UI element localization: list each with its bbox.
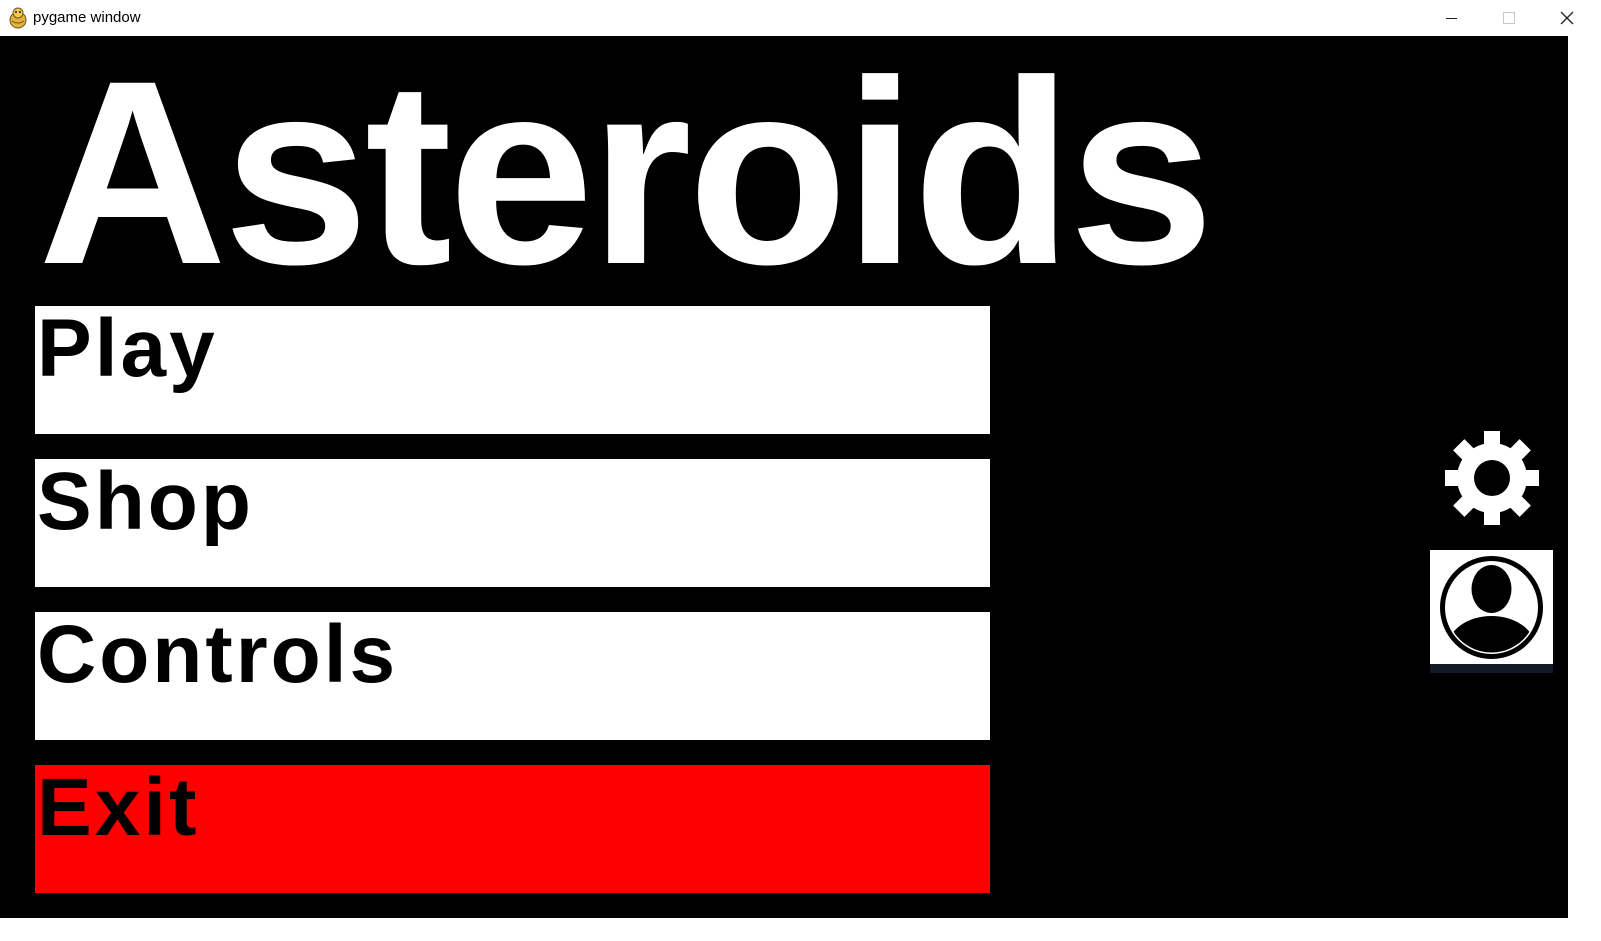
minimize-icon[interactable] — [1422, 0, 1480, 36]
user-profile-icon — [1440, 556, 1543, 659]
exit-button[interactable]: Exit — [35, 765, 990, 893]
window-title: pygame window — [33, 9, 141, 26]
close-x-glyph — [1560, 11, 1574, 25]
game-title: Asteroids — [38, 26, 1214, 319]
profile-button[interactable] — [1430, 550, 1553, 664]
shop-button[interactable]: Shop — [35, 459, 990, 587]
controls-button[interactable]: Controls — [35, 612, 990, 740]
controls-button-label: Controls — [37, 609, 399, 700]
window-bottom-edge — [0, 918, 1601, 941]
exit-button-label: Exit — [37, 762, 200, 853]
pygame-snake-icon — [9, 7, 27, 29]
profile-thumbnail-footer — [1430, 664, 1553, 673]
window-right-edge — [1568, 36, 1601, 918]
shop-button-label: Shop — [37, 456, 254, 547]
maximize-icon[interactable] — [1480, 0, 1538, 36]
play-button-label: Play — [37, 303, 218, 394]
gear-icon[interactable] — [1445, 431, 1539, 525]
close-icon[interactable] — [1538, 0, 1596, 36]
play-button[interactable]: Play — [35, 306, 990, 434]
